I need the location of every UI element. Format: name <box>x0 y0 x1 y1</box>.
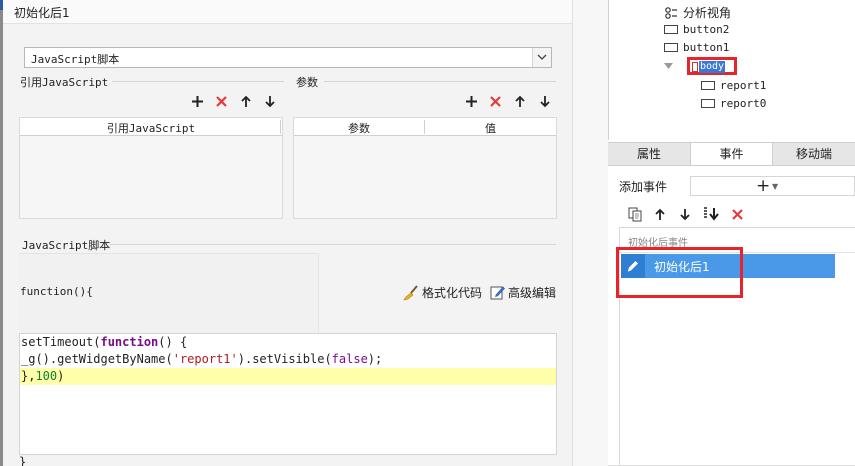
panel-gutter <box>572 0 608 466</box>
format-code-button[interactable]: 格式化代码 <box>403 284 482 301</box>
tree-item-label: button1 <box>683 41 730 54</box>
params-table: 参数 值 <box>293 117 557 219</box>
move-down-icon[interactable] <box>537 93 553 109</box>
tab-mobile[interactable]: 移动端 <box>773 143 855 165</box>
brush-icon <box>403 284 418 300</box>
move-down-icon[interactable] <box>677 206 693 222</box>
move-up-icon[interactable] <box>512 93 528 109</box>
code-line-highlighted: },100) <box>20 368 556 385</box>
view-icon <box>665 6 677 19</box>
report-icon <box>701 99 715 108</box>
code-line: setTimeout(function() { <box>20 334 556 351</box>
tree-item-label: report1 <box>720 79 767 92</box>
section-divider <box>110 244 556 245</box>
advanced-edit-button[interactable]: 高级编辑 <box>490 284 556 301</box>
move-up-icon[interactable] <box>238 93 254 109</box>
ref-js-column-header: 引用JavaScript <box>106 122 196 135</box>
code-line: _g().getWidgetByName('report1').setVisib… <box>20 351 556 368</box>
code-string: 'report1' <box>172 352 238 366</box>
tree-item-label-selected: body <box>699 61 726 73</box>
code-token: ); <box>367 352 383 366</box>
ref-js-table: 引用JavaScript <box>19 117 283 219</box>
add-event-button[interactable]: + ▼ <box>690 176 855 196</box>
script-type-value: JavaScript脚本 <box>31 53 120 66</box>
code-literal: false <box>331 352 368 366</box>
code-editor[interactable]: setTimeout(function() { _g().getWidgetBy… <box>19 333 557 455</box>
tree-item-label: 分析视角 <box>683 6 732 20</box>
code-number: 100 <box>35 369 58 383</box>
script-type-select[interactable]: JavaScript脚本 <box>24 47 552 68</box>
tab-events[interactable]: 事件 <box>690 143 773 165</box>
tree-item-label: button2 <box>683 23 730 36</box>
move-to-bottom-icon[interactable] <box>702 206 720 222</box>
body-icon <box>692 62 698 72</box>
function-closing-brace: } <box>19 455 27 466</box>
collapse-arrow-icon[interactable] <box>664 63 673 69</box>
edit-icon <box>490 286 505 300</box>
chevron-down-icon[interactable] <box>532 48 551 67</box>
tree-item-button1[interactable]: button1 <box>664 41 729 54</box>
code-token: _g().getWidgetByName( <box>21 352 173 366</box>
event-toolbar <box>619 201 855 227</box>
add-event-label: 添加事件 <box>619 180 668 194</box>
annotation-highlight-box <box>616 247 743 298</box>
function-header: function(){ <box>20 285 93 298</box>
add-icon: + <box>756 176 771 196</box>
delete-icon[interactable] <box>487 93 503 109</box>
window-edge-accent <box>0 0 3 10</box>
caret-down-icon: ▼ <box>772 182 779 191</box>
delete-icon[interactable] <box>213 93 229 109</box>
button-icon <box>664 25 678 34</box>
tree-item-body[interactable]: body <box>687 57 737 75</box>
add-icon[interactable] <box>189 93 205 109</box>
tree-item-label: report0 <box>720 97 767 110</box>
tree-item-button2[interactable]: button2 <box>664 23 729 36</box>
code-keyword: function <box>100 335 159 349</box>
value-column-header: 值 <box>485 122 496 135</box>
column-divider <box>280 120 281 134</box>
panel-tabs: 属性 事件 移动端 <box>608 142 855 166</box>
dialog-title-bar: 初始化后1 <box>0 0 572 24</box>
window-edge <box>0 0 3 466</box>
code-token: setTimeout( <box>21 335 101 349</box>
ref-js-table-header: 引用JavaScript <box>20 118 282 136</box>
tree-item-view[interactable]: 分析视角 <box>664 4 731 21</box>
format-code-label: 格式化代码 <box>422 286 483 300</box>
params-table-header: 参数 值 <box>294 118 556 136</box>
move-down-icon[interactable] <box>262 93 278 109</box>
add-icon[interactable] <box>463 93 479 109</box>
widget-tree: 分析视角 button2 button1 body report1 report… <box>608 0 855 140</box>
right-panel: 分析视角 button2 button1 body report1 report… <box>572 0 855 466</box>
column-divider <box>424 120 425 134</box>
script-section-label: JavaScript脚本 <box>22 239 111 252</box>
code-token: () { <box>158 335 188 349</box>
code-token: ).setVisible( <box>237 352 332 366</box>
section-divider <box>112 81 284 82</box>
move-up-icon[interactable] <box>652 206 668 222</box>
tree-item-report1[interactable]: report1 <box>701 79 766 92</box>
section-divider <box>324 81 556 82</box>
dialog-title: 初始化后1 <box>14 6 70 20</box>
param-column-header: 参数 <box>348 122 370 135</box>
tree-item-report0[interactable]: report0 <box>701 97 766 110</box>
delete-icon[interactable] <box>729 206 745 222</box>
tab-properties[interactable]: 属性 <box>608 143 690 165</box>
code-token: ) <box>57 369 65 383</box>
ref-js-section-label: 引用JavaScript <box>20 76 109 89</box>
copy-icon[interactable] <box>627 206 643 222</box>
script-dialog: 初始化后1 JavaScript脚本 引用JavaScript 引用JavaSc… <box>0 0 572 466</box>
report-icon <box>701 81 715 90</box>
params-section-label: 参数 <box>296 76 318 89</box>
advanced-edit-label: 高级编辑 <box>508 286 557 300</box>
code-token: }, <box>21 369 36 383</box>
button-icon <box>664 43 678 52</box>
